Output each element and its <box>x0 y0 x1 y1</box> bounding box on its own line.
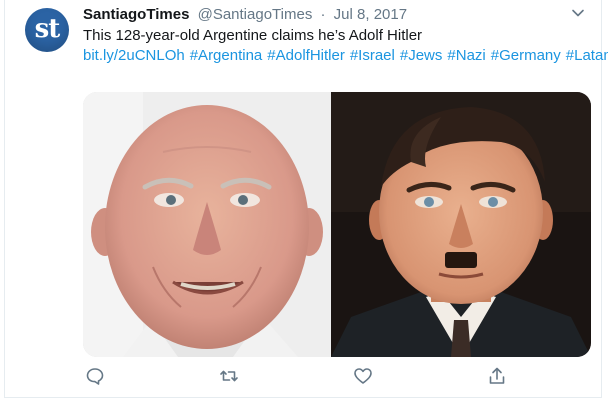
tweet-body: This 128-year-old Argentine claims he’s … <box>83 27 423 44</box>
tweet-date[interactable]: Jul 8, 2017 <box>334 6 407 23</box>
tweet-card[interactable]: st SantiagoTimes @SantiagoTimes · Jul 8,… <box>4 0 608 398</box>
hashtag[interactable]: #Germany <box>491 47 561 64</box>
tweet-media[interactable] <box>83 92 591 357</box>
reply-icon[interactable] <box>85 366 109 390</box>
hashtag[interactable]: #AdolfHitler <box>267 47 345 64</box>
like-icon[interactable] <box>353 366 377 390</box>
chevron-down-icon[interactable] <box>571 6 585 20</box>
tweet-actions <box>83 366 523 390</box>
header-separator: · <box>320 6 326 23</box>
hashtag[interactable]: #Nazi <box>447 47 485 64</box>
avatar[interactable]: st <box>25 8 69 52</box>
tweet-header: SantiagoTimes @SantiagoTimes · Jul 8, 20… <box>83 6 561 24</box>
share-icon[interactable] <box>487 366 511 390</box>
short-link[interactable]: bit.ly/2uCNLOh <box>83 47 185 64</box>
photo-elderly-man[interactable] <box>83 92 331 357</box>
hashtag[interactable]: #Jews <box>400 47 443 64</box>
display-name[interactable]: SantiagoTimes <box>83 6 189 23</box>
tweet-text: This 128-year-old Argentine claims he’s … <box>83 26 608 66</box>
hashtag[interactable]: #Latam <box>566 47 608 64</box>
photo-historical-portrait[interactable] <box>331 92 591 357</box>
hashtag[interactable]: #Argentina <box>190 47 263 64</box>
tweet-links: bit.ly/2uCNLOh #Argentina #AdolfHitler #Isr… <box>83 47 608 64</box>
hashtag[interactable]: #Israel <box>350 47 395 64</box>
user-handle[interactable]: @SantiagoTimes <box>198 6 313 23</box>
retweet-icon[interactable] <box>219 366 243 390</box>
avatar-logo-text: st <box>34 14 61 44</box>
